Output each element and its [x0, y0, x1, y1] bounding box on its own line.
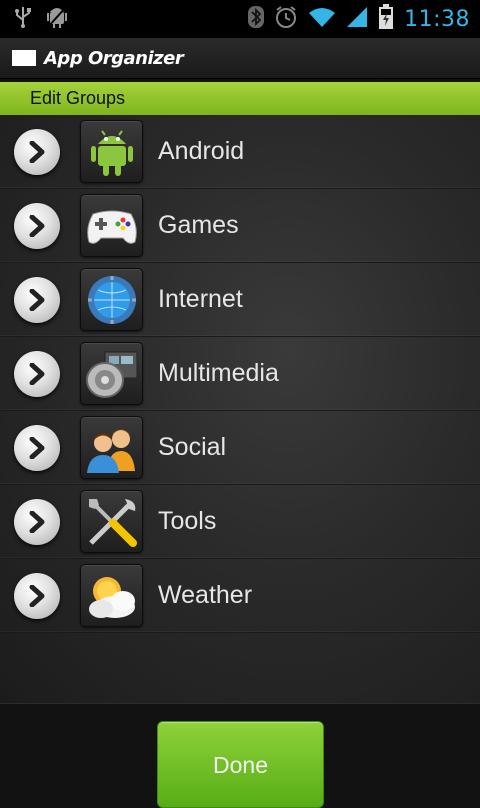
done-button-label: Done [213, 752, 268, 778]
group-label: Social [158, 433, 227, 461]
group-row-multimedia[interactable]: Multimedia [0, 337, 480, 411]
alarm-icon [274, 5, 298, 33]
edit-groups-header: Edit Groups [0, 82, 480, 115]
group-label: Android [158, 137, 245, 165]
chevron-right-icon[interactable] [14, 424, 60, 471]
group-label: Weather [158, 581, 253, 609]
group-label: Multimedia [158, 359, 279, 387]
footer-bar: Done [0, 703, 480, 808]
speaker-film-icon [80, 342, 143, 405]
group-label: Internet [158, 285, 243, 313]
bluetooth-icon [248, 5, 265, 33]
chevron-right-icon[interactable] [14, 498, 60, 545]
group-row-games[interactable]: Games [0, 189, 480, 263]
people-icon [80, 416, 143, 479]
battery-charging-icon [378, 4, 394, 34]
app-logo-icon [12, 50, 36, 66]
chevron-right-icon[interactable] [14, 202, 60, 249]
gamepad-icon [80, 194, 143, 257]
signal-icon [346, 6, 368, 32]
globe-icon [80, 268, 143, 331]
chevron-right-icon[interactable] [14, 572, 60, 619]
group-row-tools[interactable]: Tools [0, 485, 480, 559]
weather-icon [80, 564, 143, 627]
chevron-right-icon[interactable] [14, 128, 60, 175]
tools-icon [80, 490, 143, 553]
group-row-social[interactable]: Social [0, 411, 480, 485]
usb-icon [14, 6, 32, 32]
groups-list: Android Games Internet Multimedia Social… [0, 115, 480, 703]
group-label: Tools [158, 507, 217, 535]
android-debug-icon [46, 5, 68, 33]
wifi-icon [308, 6, 336, 32]
chevron-right-icon[interactable] [14, 350, 60, 397]
group-row-internet[interactable]: Internet [0, 263, 480, 337]
android-robot-icon [80, 120, 143, 183]
app-title: App Organizer [44, 47, 184, 69]
clock-time: 11:38 [404, 6, 470, 32]
status-bar: 11:38 [0, 0, 480, 38]
chevron-right-icon[interactable] [14, 276, 60, 323]
group-label: Games [158, 211, 239, 239]
done-button[interactable]: Done [157, 721, 324, 808]
app-title-bar: App Organizer [0, 38, 480, 79]
group-row-android[interactable]: Android [0, 115, 480, 189]
group-row-weather[interactable]: Weather [0, 559, 480, 633]
edit-groups-label: Edit Groups [30, 88, 126, 108]
